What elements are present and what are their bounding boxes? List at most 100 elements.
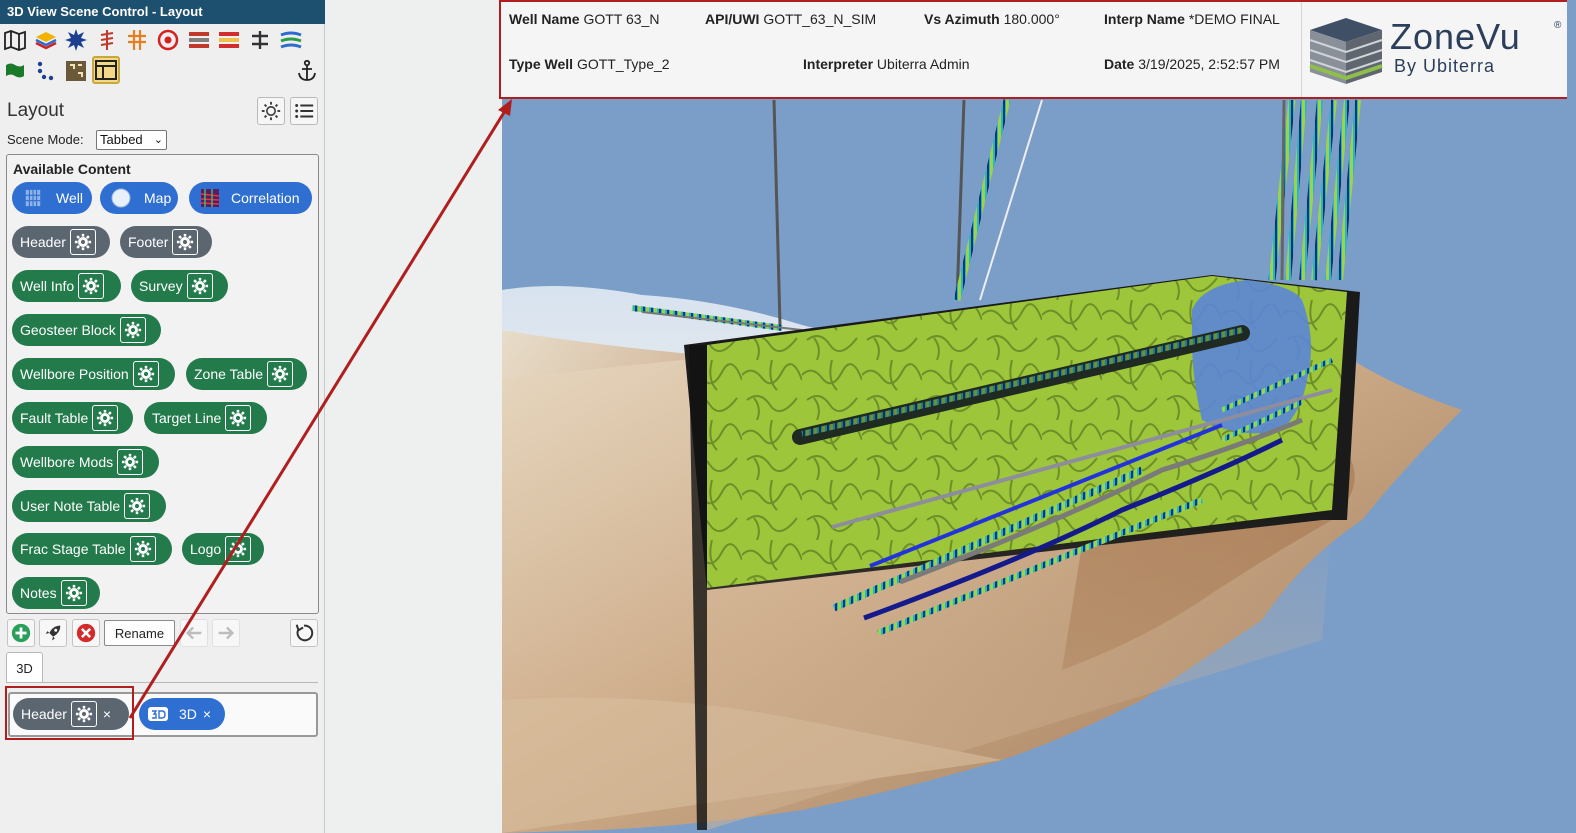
content-item-correlation[interactable]: Correlation (189, 182, 312, 214)
arrow-left-icon (185, 626, 202, 640)
content-item-label: Geosteer Block (20, 322, 116, 338)
launch-button[interactable] (39, 619, 67, 647)
flag-icon[interactable] (1, 57, 29, 85)
content-item-user-note-table[interactable]: User Note Table (12, 490, 166, 522)
content-item-frac-stage-table[interactable]: Frac Stage Table (12, 533, 172, 565)
content-item-geosteer-block[interactable]: Geosteer Block (12, 314, 161, 346)
star-burst-icon[interactable] (62, 26, 90, 54)
separator-icon[interactable] (246, 26, 274, 54)
gear-icon[interactable] (172, 229, 199, 255)
api-label: API/UWI (705, 11, 760, 27)
gear-icon[interactable] (124, 493, 151, 519)
content-item-label: Header (20, 234, 66, 250)
scene-mode-label: Scene Mode: (7, 132, 84, 147)
content-item-label: Footer (128, 234, 169, 250)
content-item-zone-table[interactable]: Zone Table (186, 358, 307, 390)
grid-map-icon[interactable] (62, 57, 90, 85)
content-item-wellbore-position[interactable]: Wellbore Position (12, 358, 175, 390)
interp-name-field: Interp Name *DEMO FINAL (1104, 11, 1280, 27)
3d-view-canvas[interactable] (502, 0, 1576, 833)
well-sticks-icon[interactable] (93, 26, 121, 54)
gear-icon[interactable] (225, 405, 252, 431)
add-button[interactable] (7, 619, 35, 647)
date-value: 3/19/2025, 2:52:57 PM (1138, 56, 1280, 72)
content-item-map[interactable]: Map (100, 182, 178, 214)
scene-mode-value: Tabbed (100, 132, 143, 147)
gear-icon[interactable] (69, 229, 96, 255)
interp-name-label: Interp Name (1104, 11, 1185, 27)
interpreter-field: Interpreter Ubiterra Admin (803, 56, 970, 72)
move-right-button[interactable] (212, 619, 240, 647)
gear-icon[interactable] (92, 405, 119, 431)
rename-button[interactable]: Rename (104, 620, 175, 646)
content-item-footer[interactable]: Footer (120, 226, 212, 258)
gear-icon[interactable] (129, 536, 156, 562)
interpreter-label: Interpreter (803, 56, 874, 72)
delete-button[interactable] (72, 619, 100, 647)
list-icon (295, 104, 314, 118)
layout-icon[interactable] (92, 56, 120, 84)
tab-divider (6, 682, 318, 683)
well-cross-icon[interactable] (123, 26, 151, 54)
stripes-blue-icon[interactable] (277, 26, 305, 54)
well-name-field: Well Name GOTT 63_N (509, 11, 659, 27)
vs-azimuth-field: Vs Azimuth 180.000° (924, 11, 1060, 27)
reset-button[interactable] (290, 619, 318, 647)
content-item-well-info[interactable]: Well Info (12, 270, 121, 302)
move-left-button[interactable] (180, 619, 208, 647)
content-item-survey[interactable]: Survey (131, 270, 228, 302)
api-value: GOTT_63_N_SIM (763, 11, 877, 27)
window-title: 3D View Scene Control - Layout (0, 0, 325, 24)
arrow-right-icon (218, 626, 235, 640)
content-item-label: Correlation (231, 190, 300, 206)
gear-icon[interactable] (117, 449, 144, 475)
gear-icon[interactable] (119, 317, 146, 343)
available-content-title: Available Content (13, 161, 131, 177)
empty-area (325, 0, 502, 833)
refresh-icon (295, 624, 314, 642)
cube-3d-icon (147, 703, 169, 725)
gear-icon[interactable] (78, 273, 105, 299)
list-button[interactable] (290, 97, 318, 125)
content-item-fault-table[interactable]: Fault Table (12, 402, 133, 434)
content-item-target-line[interactable]: Target Line (144, 402, 267, 434)
content-item-label: Zone Table (194, 366, 264, 382)
logo-registered: ® (1554, 20, 1562, 31)
content-item-notes[interactable]: Notes (12, 577, 100, 609)
content-item-label: Fault Table (20, 410, 89, 426)
content-item-label: User Note Table (20, 498, 121, 514)
content-item-logo[interactable]: Logo (182, 533, 264, 565)
content-item-label: Logo (190, 541, 222, 557)
map-icon[interactable] (1, 26, 29, 54)
scene-control-panel: 3D View Scene Control - Layout Layout Sc… (0, 0, 325, 833)
well-grid-icon (22, 187, 44, 209)
anchor-icon[interactable] (293, 57, 321, 85)
gear-icon[interactable] (225, 536, 252, 562)
chevron-down-icon: ⌄ (153, 134, 163, 146)
settings-button[interactable] (257, 97, 285, 125)
date-label: Date (1104, 56, 1135, 72)
gear-icon[interactable] (60, 580, 87, 606)
remove-icon[interactable]: × (201, 706, 220, 722)
tab-3d[interactable]: 3D (6, 652, 43, 683)
layers-icon[interactable] (32, 26, 60, 54)
interp-name-value: *DEMO FINAL (1188, 11, 1280, 27)
target-icon[interactable] (154, 26, 182, 54)
placed-item-3d[interactable]: 3D × (139, 698, 225, 730)
gear-icon[interactable] (186, 273, 213, 299)
content-item-label: Well (56, 190, 83, 206)
app-root: 3D View Scene Control - Layout Layout Sc… (0, 0, 1576, 833)
stripes-red-icon[interactable] (215, 26, 243, 54)
scene-mode-select[interactable]: Tabbed ⌄ (96, 130, 167, 150)
content-item-wellbore-mods[interactable]: Wellbore Mods (12, 446, 159, 478)
cube-logo-icon (1309, 18, 1383, 84)
dots-icon[interactable] (32, 57, 60, 85)
correlation-icon (199, 187, 221, 209)
content-item-header[interactable]: Header (12, 226, 110, 258)
stripes-icon[interactable] (185, 26, 213, 54)
gear-icon[interactable] (132, 361, 159, 387)
gear-icon[interactable] (267, 361, 294, 387)
api-field: API/UWI GOTT_63_N_SIM (705, 11, 876, 27)
logo-zone: Zone (1390, 16, 1477, 57)
content-item-well[interactable]: Well (12, 182, 92, 214)
